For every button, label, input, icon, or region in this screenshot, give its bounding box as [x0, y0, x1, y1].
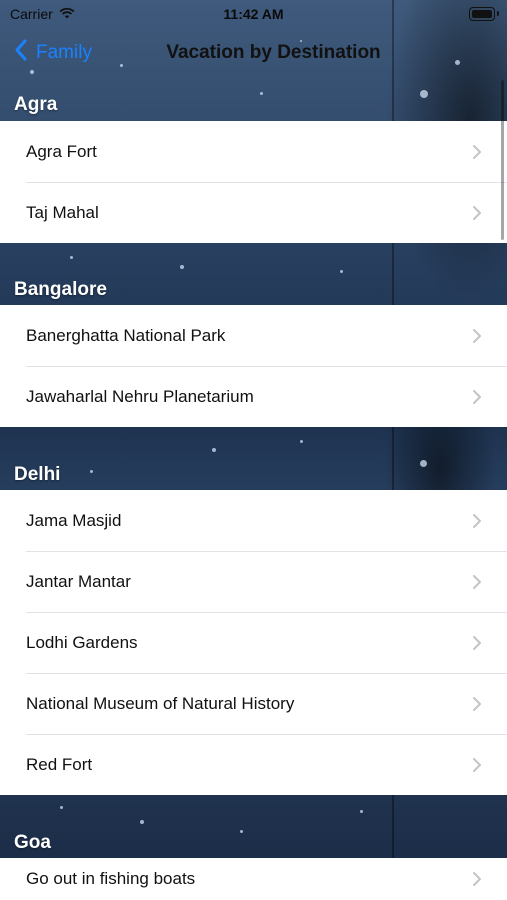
- section-delhi: Jama Masjid Jantar Mantar Lodhi Gardens …: [0, 490, 507, 795]
- list-item-label: Taj Mahal: [26, 202, 99, 222]
- status-time: 11:42 AM: [223, 6, 284, 22]
- navigation-bar: Family Vacation by Destination: [0, 30, 507, 76]
- list-item-label: Agra Fort: [26, 141, 97, 161]
- list-item[interactable]: Red Fort: [0, 734, 507, 795]
- list-item[interactable]: Jawaharlal Nehru Planetarium: [0, 366, 507, 427]
- section-agra: Agra Fort Taj Mahal: [0, 121, 507, 243]
- list-item[interactable]: National Museum of Natural History: [0, 673, 507, 734]
- section-header-agra: Agra: [14, 94, 58, 115]
- list-item[interactable]: Banerghatta National Park: [0, 305, 507, 366]
- list-item[interactable]: Agra Fort: [0, 121, 507, 182]
- list-item-label: Jantar Mantar: [26, 571, 131, 591]
- chevron-right-icon: [465, 328, 489, 344]
- list-item-label: National Museum of Natural History: [26, 693, 295, 713]
- page-title: Vacation by Destination: [166, 42, 381, 63]
- list-item-label: Jama Masjid: [26, 510, 122, 530]
- list-item-label: Go out in fishing boats: [26, 868, 196, 888]
- chevron-right-icon: [465, 513, 489, 529]
- list-item[interactable]: Jama Masjid: [0, 490, 507, 551]
- list-item-label: Lodhi Gardens: [26, 632, 138, 652]
- status-bar: Carrier 11:42 AM: [0, 0, 507, 28]
- section-goa: Go out in fishing boats: [0, 858, 507, 900]
- chevron-right-icon: [465, 871, 489, 887]
- section-bangalore: Banerghatta National Park Jawaharlal Neh…: [0, 305, 507, 427]
- chevron-right-icon: [465, 635, 489, 651]
- list-item[interactable]: Go out in fishing boats: [0, 858, 507, 900]
- chevron-right-icon: [465, 144, 489, 160]
- scroll-indicator[interactable]: [501, 80, 504, 240]
- chevron-right-icon: [465, 205, 489, 221]
- chevron-right-icon: [465, 389, 489, 405]
- chevron-right-icon: [465, 574, 489, 590]
- chevron-right-icon: [465, 696, 489, 712]
- list-item-label: Jawaharlal Nehru Planetarium: [26, 386, 254, 406]
- chevron-right-icon: [465, 757, 489, 773]
- battery-icon: [469, 7, 495, 21]
- list-item[interactable]: Lodhi Gardens: [0, 612, 507, 673]
- list-item[interactable]: Jantar Mantar: [0, 551, 507, 612]
- list-item-label: Red Fort: [26, 754, 93, 774]
- list-item-label: Banerghatta National Park: [26, 325, 226, 345]
- list-item[interactable]: Taj Mahal: [0, 182, 507, 243]
